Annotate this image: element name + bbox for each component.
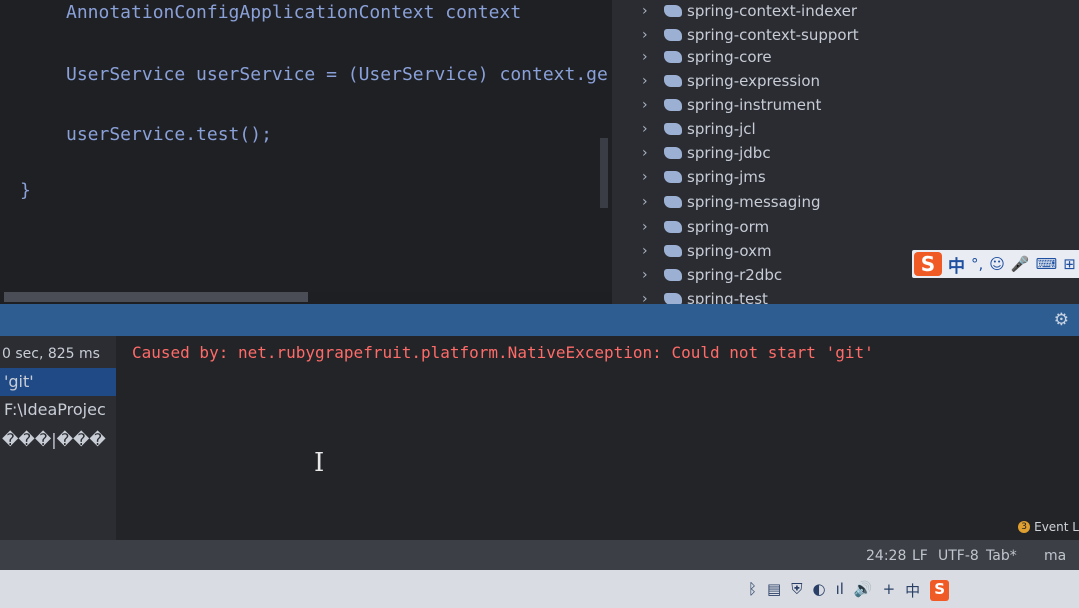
gradle-module-icon (664, 147, 682, 159)
status-bar: 24:28 LF UTF-8 Tab* ma (0, 540, 1079, 570)
error-message: Caused by: net.rubygrapefruit.platform.N… (132, 343, 874, 362)
emoji-icon[interactable]: ☺ (989, 255, 1005, 273)
event-log-button[interactable]: 3 Event L (1018, 520, 1079, 534)
tree-item-label: spring-jdbc (687, 144, 771, 162)
code-line[interactable]: } (20, 180, 31, 201)
sogou-tray-icon[interactable]: S (930, 580, 949, 601)
tree-item-label: spring-r2dbc (687, 266, 783, 284)
chevron-right-icon[interactable]: › (642, 3, 656, 19)
keyboard-icon[interactable]: ⌨ (1036, 255, 1058, 273)
tree-item[interactable]: › spring-instrument (642, 94, 821, 116)
microphone-icon[interactable]: 🎤 (1011, 255, 1030, 273)
gradle-module-icon (664, 269, 682, 281)
chevron-right-icon[interactable]: › (642, 267, 656, 283)
tree-item[interactable]: › spring-oxm (642, 240, 772, 262)
app-tray-icon[interactable]: + (883, 580, 896, 601)
chevron-right-icon[interactable]: › (642, 73, 656, 89)
code-line[interactable]: UserService userService = (UserService) … (66, 64, 608, 85)
code-line[interactable]: userService.test(); (66, 124, 272, 145)
gradle-module-icon (664, 5, 682, 17)
chevron-right-icon[interactable]: › (642, 145, 656, 161)
tree-item[interactable]: › spring-messaging (642, 191, 821, 213)
build-tree-item-git[interactable]: 'git' (4, 372, 34, 391)
tree-item-label: spring-messaging (687, 193, 821, 211)
chevron-right-icon[interactable]: › (642, 219, 656, 235)
tree-item-label: spring-orm (687, 218, 770, 236)
tree-item-label: spring-jms (687, 168, 766, 186)
git-branch[interactable]: ma (1044, 548, 1066, 564)
system-tray: ᛒ ▤ ⛨ ◐ ıl 🔊 + 中 S (748, 580, 949, 601)
tree-item[interactable]: › spring-core (642, 46, 772, 68)
task-manager-icon[interactable]: ▤ (767, 580, 781, 601)
editor-vertical-scrollbar[interactable] (600, 138, 608, 208)
tree-item-label: spring-oxm (687, 242, 772, 260)
chevron-right-icon[interactable]: › (642, 169, 656, 185)
gradle-module-icon (664, 221, 682, 233)
gradle-module-icon (664, 123, 682, 135)
tree-item[interactable]: › spring-context-support (642, 24, 859, 46)
editor-horizontal-scrollbar[interactable] (4, 292, 308, 302)
ime-toolbar: S 中 °, ☺ 🎤 ⌨ ⊞ (912, 250, 1079, 278)
code-editor[interactable]: AnnotationConfigApplicationContext conte… (0, 0, 612, 292)
line-separator[interactable]: LF (912, 548, 928, 564)
ime-mode-toggle[interactable]: 中 (948, 252, 965, 277)
tree-item-label: spring-expression (687, 72, 821, 90)
tree-item-label: spring-core (687, 48, 772, 66)
tree-item[interactable]: › spring-r2dbc (642, 264, 782, 286)
shield-icon[interactable]: ◐ (812, 580, 825, 601)
chevron-right-icon[interactable]: › (642, 194, 656, 210)
gradle-module-icon (664, 29, 682, 41)
tree-item-label: spring-context-support (687, 26, 859, 44)
caret-position[interactable]: 24:28 (866, 548, 906, 564)
tree-item[interactable]: › spring-jms (642, 166, 766, 188)
tree-item[interactable]: › spring-expression (642, 70, 820, 92)
chevron-right-icon[interactable]: › (642, 97, 656, 113)
tree-item[interactable]: › spring-jdbc (642, 142, 771, 164)
gradle-module-icon (664, 99, 682, 111)
tree-item-label: spring-context-indexer (687, 2, 858, 20)
tree-item-label: spring-jcl (687, 120, 756, 138)
tree-item[interactable]: › spring-orm (642, 216, 769, 238)
build-duration: 0 sec, 825 ms (2, 346, 100, 362)
build-tree-panel: 0 sec, 825 ms 'git' F:\IdeaProjec ���|��… (0, 336, 116, 560)
security-icon[interactable]: ⛨ (791, 580, 802, 601)
build-tree-item-garbled[interactable]: ���|��� (2, 430, 106, 449)
input-language-icon[interactable]: 中 (905, 580, 920, 601)
build-tool-window-header: ⚙ (0, 304, 1079, 336)
bluetooth-icon[interactable]: ᛒ (748, 580, 757, 601)
gradle-module-icon (664, 245, 682, 257)
gear-icon[interactable]: ⚙ (1054, 310, 1069, 330)
punctuation-icon[interactable]: °, (971, 255, 983, 273)
chevron-right-icon[interactable]: › (642, 121, 656, 137)
event-log-label: Event L (1034, 520, 1079, 534)
gradle-module-icon (664, 196, 682, 208)
tree-item[interactable]: › spring-jcl (642, 118, 756, 140)
skin-icon[interactable]: ⊞ (1063, 255, 1076, 273)
volume-icon[interactable]: 🔊 (854, 580, 873, 601)
tree-item-label: spring-instrument (687, 96, 822, 114)
event-badge-icon: 3 (1018, 521, 1031, 533)
chevron-right-icon[interactable]: › (642, 27, 656, 43)
gradle-module-icon (664, 75, 682, 87)
build-tree-item-path[interactable]: F:\IdeaProjec (4, 400, 106, 419)
network-icon[interactable]: ıl (836, 580, 844, 601)
taskbar: ᛒ ▤ ⛨ ◐ ıl 🔊 + 中 S (0, 570, 1079, 608)
file-encoding[interactable]: UTF-8 (938, 548, 979, 564)
text-cursor-icon: I (314, 448, 325, 478)
chevron-right-icon[interactable]: › (642, 49, 656, 65)
chevron-right-icon[interactable]: › (642, 243, 656, 259)
sogou-logo-icon[interactable]: S (914, 252, 942, 276)
code-line[interactable]: AnnotationConfigApplicationContext conte… (66, 2, 521, 23)
gradle-module-icon (664, 171, 682, 183)
tree-item[interactable]: › spring-context-indexer (642, 0, 857, 22)
indent-setting[interactable]: Tab* (986, 548, 1017, 564)
build-console-output[interactable]: Caused by: net.rubygrapefruit.platform.N… (116, 336, 1079, 560)
gradle-module-icon (664, 51, 682, 63)
